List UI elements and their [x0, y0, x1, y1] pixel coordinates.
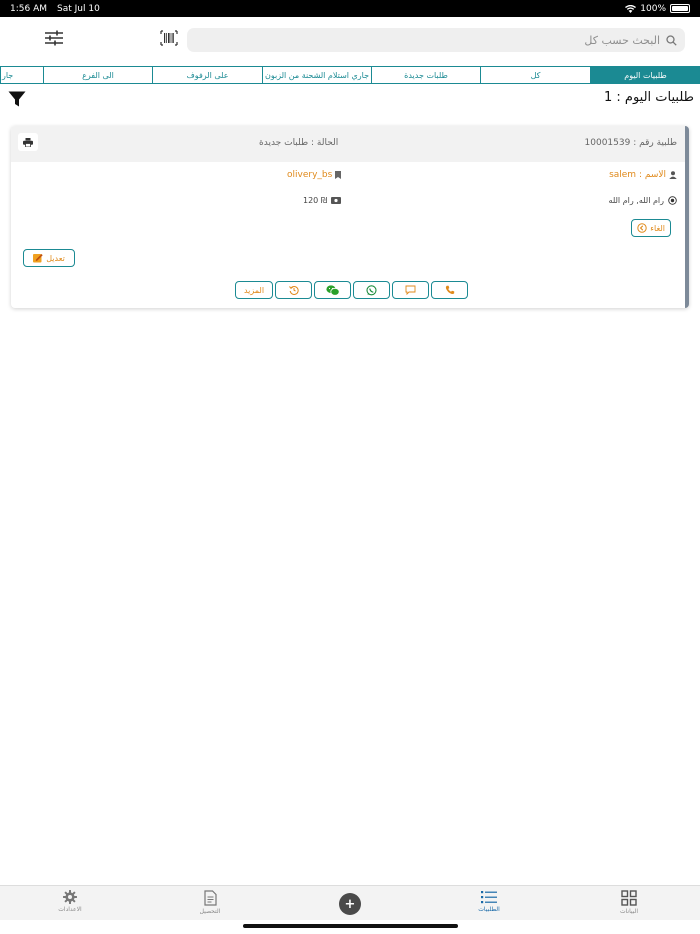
tab-to-branch[interactable]: الى الفرع: [43, 67, 152, 84]
search-bar: [187, 28, 685, 52]
wechat-icon: [325, 284, 340, 296]
home-indicator: [243, 924, 458, 928]
customer-name-row: الاسم : salem: [609, 170, 677, 180]
status-time: 1:56 AM: [10, 3, 47, 14]
bottom-tab-bar: الاعدادات التحصيل + الطلبيات البيانات: [0, 885, 700, 920]
address-row: رام الله, رام الله: [609, 196, 677, 205]
search-icon: [666, 34, 677, 46]
edit-icon: [33, 254, 43, 263]
more-label: المزيد: [243, 285, 265, 295]
status-date: Sat Jul 10: [57, 3, 100, 14]
order-card-header: الحالة : طلبات جديدة طلبية رقم : 1000153…: [11, 126, 685, 162]
order-amount: 120 ₪: [303, 196, 328, 205]
top-bar: [0, 17, 700, 65]
chat-bubble-icon: [405, 285, 416, 295]
orders-count-title: طلبيات اليوم : 1: [603, 90, 694, 105]
order-number: طلبية رقم : 10001539: [584, 138, 677, 148]
edit-order-button[interactable]: تعديل: [23, 249, 75, 267]
print-button[interactable]: [18, 133, 38, 151]
nav-settings-label: الاعدادات: [58, 906, 82, 913]
nav-data[interactable]: البيانات: [599, 890, 659, 915]
filter-icon: [8, 91, 26, 107]
whatsapp-icon: [366, 284, 377, 295]
amount-row: 120 ₪: [303, 196, 342, 205]
search-input[interactable]: [187, 33, 666, 47]
gear-icon: [63, 890, 77, 904]
cancel-label: الغاء: [650, 223, 665, 233]
battery-icon: [670, 4, 690, 13]
tab-pickup-in-progress[interactable]: جاري استلام الشحنة من الزبون: [262, 67, 371, 84]
filter-settings-button[interactable]: [44, 29, 64, 47]
tab-on-shelves[interactable]: على الرفوف: [152, 67, 262, 84]
grid-icon: [621, 890, 637, 906]
wechat-button[interactable]: [314, 281, 351, 299]
whatsapp-button[interactable]: [353, 281, 390, 299]
filter-button[interactable]: [8, 91, 26, 108]
tab-all[interactable]: كل: [480, 67, 590, 84]
tab-today-orders[interactable]: طلبيات اليوم: [590, 67, 700, 84]
document-icon: [203, 890, 217, 906]
battery-percent: 100%: [640, 3, 666, 14]
nav-orders[interactable]: الطلبيات: [459, 890, 519, 913]
person-icon: [669, 171, 677, 179]
barcode-icon: [160, 30, 178, 46]
message-button[interactable]: [392, 281, 429, 299]
call-button[interactable]: [431, 281, 468, 299]
cancel-order-button[interactable]: الغاء: [631, 219, 671, 237]
chevron-left-circle-icon: [637, 223, 647, 233]
history-icon: [288, 285, 299, 295]
nav-data-label: البيانات: [619, 908, 639, 915]
add-order-button[interactable]: +: [339, 893, 361, 915]
printer-icon: [23, 137, 33, 147]
order-status: الحالة : طلبات جديدة: [259, 138, 339, 148]
order-card[interactable]: الحالة : طلبات جديدة طلبية رقم : 1000153…: [11, 126, 689, 308]
wifi-icon: [625, 4, 637, 13]
sender-row: olivery_bs: [287, 170, 342, 180]
tab-in-progress[interactable]: جار: [0, 67, 43, 84]
tab-new-orders[interactable]: طلبات جديدة: [371, 67, 480, 84]
customer-address: رام الله, رام الله: [608, 196, 664, 205]
edit-label: تعديل: [46, 253, 65, 263]
status-tabs: طلبيات اليوم كل طلبات جديدة جاري استلام …: [0, 66, 700, 84]
nav-orders-label: الطلبيات: [478, 906, 500, 913]
barcode-scan-button[interactable]: [160, 30, 178, 46]
nav-collection-label: التحصيل: [199, 908, 221, 915]
sender-name: olivery_bs: [287, 170, 333, 180]
phone-icon: [445, 285, 454, 295]
sliders-icon: [45, 30, 63, 46]
list-icon: [481, 891, 497, 904]
location-icon: [668, 196, 677, 205]
history-button[interactable]: [275, 281, 312, 299]
more-button[interactable]: المزيد: [235, 281, 273, 299]
bookmark-icon: [335, 171, 342, 179]
status-bar: 1:56 AM Sat Jul 10 100%: [0, 0, 700, 17]
nav-settings[interactable]: الاعدادات: [40, 890, 100, 913]
contact-actions: المزيد: [235, 281, 468, 299]
customer-name: الاسم : salem: [609, 170, 666, 180]
cash-icon: [331, 197, 342, 204]
nav-collection[interactable]: التحصيل: [180, 890, 240, 915]
